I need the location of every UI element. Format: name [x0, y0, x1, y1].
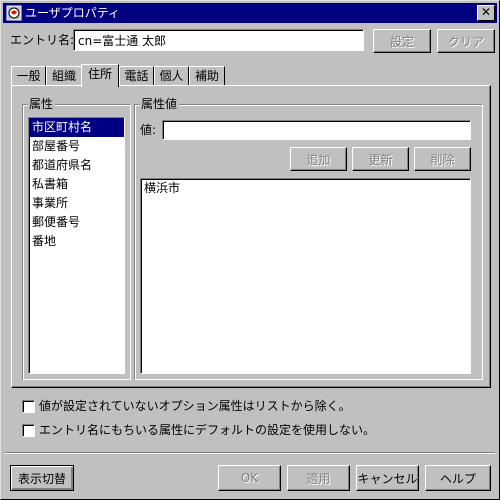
no-default-entry-attrs-label: エントリ名にもちいる属性にデフォルトの設定を使用しない。: [39, 423, 376, 437]
tab-organization[interactable]: 組織: [46, 66, 82, 86]
list-item[interactable]: 都道府県名: [29, 156, 124, 175]
exclude-unset-optional-label: 値が設定されていないオプション属性はリストから除く。: [39, 399, 351, 413]
tab-phone[interactable]: 電話: [119, 66, 154, 86]
title-bar[interactable]: ユーザプロパティ ✕: [3, 3, 497, 23]
app-icon: [6, 5, 22, 21]
value-input[interactable]: [162, 120, 471, 140]
list-item[interactable]: 番地: [29, 232, 124, 251]
tab-address[interactable]: 住所: [81, 64, 119, 87]
list-item[interactable]: 事業所: [29, 194, 124, 213]
attribute-group: 属性 市区町村名 部屋番号 都道府県名 私書箱 事業所 郵便番号 番地: [22, 96, 131, 380]
clear-button[interactable]: クリア: [437, 29, 495, 53]
tab-personal[interactable]: 個人: [154, 66, 189, 86]
delete-button[interactable]: 削除: [414, 147, 471, 171]
cancel-button[interactable]: キャンセル: [356, 465, 419, 491]
add-button[interactable]: 追加: [290, 147, 347, 171]
user-properties-dialog: ユーザプロパティ ✕ エントリ名: cn=富士通 太郎 設定 クリア 一般 組織…: [0, 0, 500, 500]
entry-name-label: エントリ名:: [10, 33, 75, 47]
list-item[interactable]: 私書箱: [29, 175, 124, 194]
no-default-entry-attrs-checkbox[interactable]: [22, 424, 35, 437]
close-icon[interactable]: ✕: [477, 5, 495, 21]
list-item[interactable]: 横浜市: [141, 179, 470, 198]
toggle-display-button[interactable]: 表示切替: [10, 465, 74, 491]
attribute-list[interactable]: 市区町村名 部屋番号 都道府県名 私書箱 事業所 郵便番号 番地: [28, 117, 125, 374]
tab-supplementary[interactable]: 補助: [189, 66, 225, 86]
list-item[interactable]: 市区町村名: [29, 118, 124, 137]
tab-panel-address: 属性 市区町村名 部屋番号 都道府県名 私書箱 事業所 郵便番号 番地 属性値 …: [11, 85, 491, 388]
attribute-value-group: 属性値 値: 追加 更新 削除 横浜市: [134, 96, 483, 380]
attribute-value-group-title: 属性値: [139, 96, 180, 112]
tab-general[interactable]: 一般: [11, 66, 46, 86]
attribute-group-title: 属性: [27, 96, 56, 112]
apply-button[interactable]: 適用: [287, 465, 350, 491]
list-item[interactable]: 部屋番号: [29, 137, 124, 156]
entry-name-field[interactable]: cn=富士通 太郎: [73, 29, 364, 51]
list-item[interactable]: 郵便番号: [29, 213, 124, 232]
value-label: 値:: [140, 123, 157, 137]
ok-button[interactable]: OK: [218, 465, 281, 491]
value-list[interactable]: 横浜市: [140, 178, 471, 374]
help-button[interactable]: ヘルプ: [425, 465, 491, 491]
footer-divider: [5, 452, 495, 454]
window-title: ユーザプロパティ: [25, 6, 121, 20]
exclude-unset-optional-checkbox[interactable]: [22, 400, 35, 413]
set-button[interactable]: 設定: [373, 29, 431, 53]
update-button[interactable]: 更新: [352, 147, 409, 171]
